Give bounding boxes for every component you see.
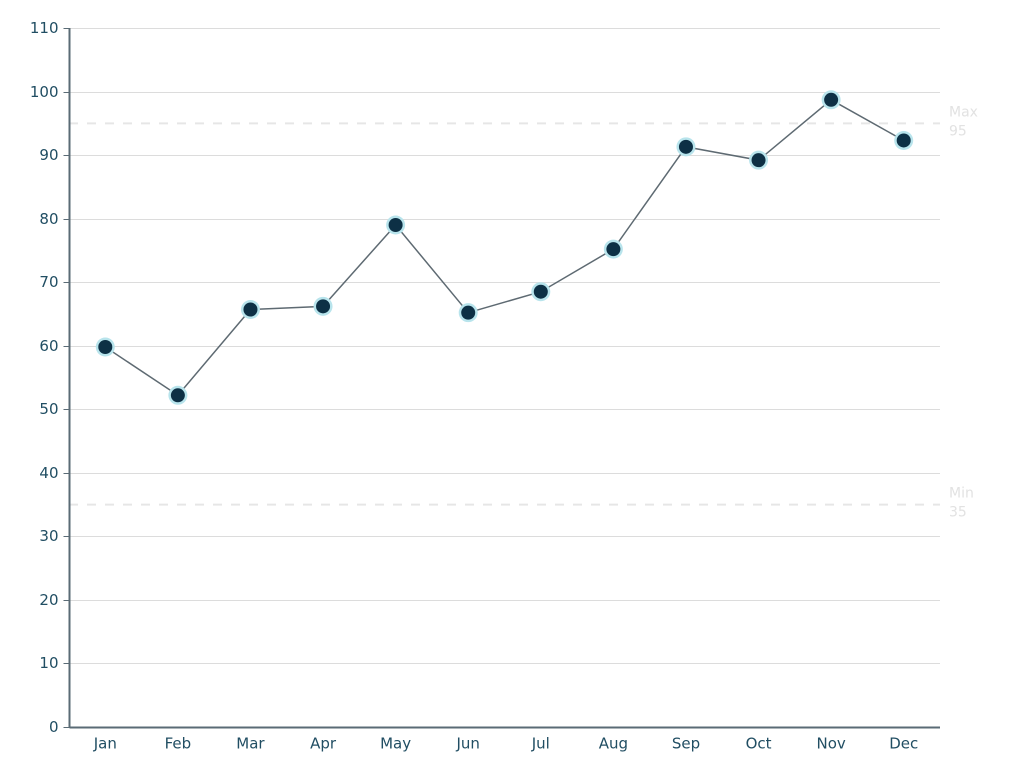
y-tick-label: 40 — [39, 464, 58, 482]
data-point-core — [824, 92, 839, 107]
y-tick-label: 110 — [30, 19, 59, 37]
data-point-sep[interactable]: Sep: 91.3 — [676, 137, 696, 157]
reference-value-min: 35 — [949, 505, 967, 521]
y-tick-label: 100 — [30, 83, 59, 101]
y-tick-label: 20 — [39, 591, 58, 609]
data-point-apr[interactable]: Apr: 66.2 — [313, 296, 333, 316]
data-point-nov[interactable]: Nov: 98.7 — [821, 90, 841, 110]
data-point-core — [896, 133, 911, 148]
data-point-core — [388, 217, 403, 232]
x-tick-label-jul: Jul — [531, 735, 550, 753]
x-axis-tick-labels: Jan Feb Mar Apr May Jun Jul Aug Sep Oct Nov Dec — [93, 735, 918, 753]
y-tick-label: 70 — [39, 273, 58, 291]
x-tick-label-aug: Aug — [599, 735, 628, 753]
y-tick-label: 50 — [39, 400, 58, 418]
x-tick-label-nov: Nov — [816, 735, 845, 753]
data-point-jun[interactable]: Jun: 65.2 — [458, 303, 478, 323]
x-tick-label-jan: Jan — [93, 735, 117, 753]
data-point-oct[interactable]: Oct: 89.2 — [749, 150, 769, 170]
x-tick-label-oct: Oct — [746, 735, 772, 753]
reference-label-max: Max — [949, 104, 978, 120]
data-point-jul[interactable]: Jul: 68.5 — [531, 282, 551, 302]
x-tick-label-apr: Apr — [310, 735, 337, 753]
data-point-core — [243, 302, 258, 317]
data-point-feb[interactable]: Feb: 52.2 — [168, 385, 188, 405]
x-tick-label-sep: Sep — [672, 735, 700, 753]
data-point-core — [98, 339, 113, 354]
tick-marks-group — [63, 27, 70, 729]
data-point-core — [316, 299, 331, 314]
x-tick-label-mar: Mar — [236, 735, 265, 753]
y-tick-label: 90 — [39, 146, 58, 164]
data-point-core — [170, 388, 185, 403]
axes-group — [68, 28, 940, 729]
data-point-core — [606, 242, 621, 257]
data-point-core — [678, 139, 693, 154]
reference-value-max: 95 — [949, 123, 967, 139]
data-point-core — [751, 153, 766, 168]
x-tick-label-feb: Feb — [165, 735, 192, 753]
x-tick-label-may: May — [380, 735, 411, 753]
line-chart: 0 10 20 30 40 50 60 70 80 90 100 110 Jan Feb Mar Apr Ma… — [0, 0, 1024, 768]
y-axis-tick-labels: 0 10 20 30 40 50 60 70 80 90 100 110 — [30, 19, 59, 736]
y-tick-label: 80 — [39, 210, 58, 228]
data-point-core — [533, 284, 548, 299]
reference-labels-group: Max 95 Min 35 — [949, 104, 978, 520]
reference-label-min: Min — [949, 486, 974, 502]
y-tick-label: 0 — [49, 718, 59, 736]
x-tick-label-jun: Jun — [455, 735, 479, 753]
data-point-dec[interactable]: Dec: 92.3 — [894, 130, 914, 150]
data-point-mar[interactable]: Mar: 65.7 — [240, 300, 260, 320]
reference-lines-group — [69, 122, 940, 506]
data-point-markers-group: Jan: 59.8 Feb: 52.2 Mar: 65.7 Apr: 66.2 May:… — [95, 90, 914, 405]
chart-canvas: 0 10 20 30 40 50 60 70 80 90 100 110 Jan Feb Mar Apr Ma… — [30, 19, 978, 753]
x-tick-label-dec: Dec — [889, 735, 918, 753]
data-point-may[interactable]: May: 79 — [386, 215, 406, 235]
y-tick-label: 60 — [39, 337, 58, 355]
y-tick-label: 10 — [39, 654, 58, 672]
data-point-jan[interactable]: Jan: 59.8 — [95, 337, 115, 357]
data-point-core — [461, 305, 476, 320]
series-line-group — [104, 98, 905, 397]
y-tick-label: 30 — [39, 527, 58, 545]
series-line — [104, 98, 905, 397]
data-point-aug[interactable]: Aug: 75.2 — [603, 239, 623, 259]
